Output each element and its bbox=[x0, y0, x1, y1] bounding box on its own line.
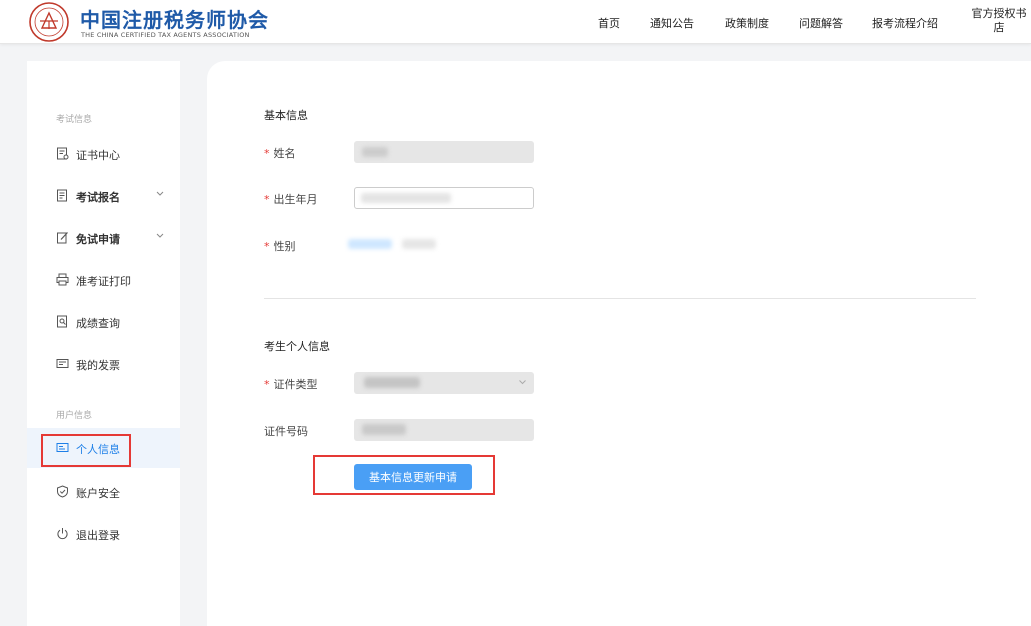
name-label: * 姓名 bbox=[264, 147, 296, 160]
exemption-icon bbox=[57, 232, 68, 244]
sidebar-item-label: 准考证打印 bbox=[76, 275, 131, 288]
name-field[interactable] bbox=[354, 141, 534, 163]
sidebar-item-account-security[interactable]: 账户安全 bbox=[27, 472, 180, 512]
id-card-icon bbox=[56, 443, 69, 452]
sidebar-item-certificates[interactable]: 证书中心 bbox=[27, 134, 180, 174]
required-mark: * bbox=[264, 240, 270, 253]
sidebar-item-label: 证书中心 bbox=[76, 149, 120, 162]
required-mark: * bbox=[264, 378, 270, 391]
nav-official-bookstore[interactable]: 官方授权书店 bbox=[971, 7, 1027, 35]
birth-date-label: * 出生年月 bbox=[264, 193, 318, 206]
redacted-value bbox=[361, 193, 451, 203]
registration-icon bbox=[57, 189, 67, 202]
chevron-down-icon bbox=[519, 380, 526, 385]
section-divider bbox=[264, 298, 976, 299]
id-number-label: 证件号码 bbox=[264, 425, 308, 438]
gender-value-redacted bbox=[402, 239, 436, 249]
site-title[interactable]: 中国注册税务师协会 bbox=[80, 4, 269, 33]
nav-notices[interactable]: 通知公告 bbox=[650, 15, 694, 31]
sidebar-item-exemption-application[interactable]: 免试申请 bbox=[27, 218, 180, 258]
nav-home[interactable]: 首页 bbox=[598, 15, 620, 31]
power-icon bbox=[57, 528, 68, 540]
chevron-down-icon bbox=[156, 233, 164, 238]
redacted-value bbox=[362, 424, 406, 435]
basic-info-title: 基本信息 bbox=[264, 109, 308, 122]
nav-faq[interactable]: 问题解答 bbox=[799, 15, 843, 31]
sidebar-item-my-invoices[interactable]: 我的发票 bbox=[27, 344, 180, 384]
sidebar-group-user-info: 用户信息 bbox=[56, 411, 93, 421]
sidebar-item-label: 成绩查询 bbox=[76, 317, 120, 330]
gender-label: * 性别 bbox=[264, 240, 296, 253]
birth-date-field[interactable] bbox=[354, 187, 534, 209]
sidebar-item-admission-ticket-print[interactable]: 准考证打印 bbox=[27, 260, 180, 300]
sidebar-item-logout[interactable]: 退出登录 bbox=[27, 514, 180, 554]
printer-icon bbox=[56, 273, 69, 286]
score-icon bbox=[57, 315, 67, 328]
site-subtitle: THE CHINA CERTIFIED TAX AGENTS ASSOCIATI… bbox=[81, 31, 250, 39]
required-mark: * bbox=[264, 147, 270, 160]
sidebar-item-label: 账户安全 bbox=[76, 487, 120, 500]
redacted-value bbox=[364, 377, 420, 388]
nav-exam-process[interactable]: 报考流程介绍 bbox=[872, 15, 938, 31]
chevron-down-icon bbox=[156, 191, 164, 196]
update-basic-info-button[interactable]: 基本信息更新申请 bbox=[354, 464, 472, 490]
sidebar-group-exam-info: 考试信息 bbox=[56, 115, 93, 125]
nav-policies[interactable]: 政策制度 bbox=[725, 15, 769, 31]
shield-icon bbox=[57, 485, 68, 498]
sidebar-item-label: 我的发票 bbox=[76, 359, 120, 372]
id-type-select[interactable] bbox=[354, 372, 534, 394]
sidebar-item-label: 退出登录 bbox=[76, 529, 120, 542]
redacted-value bbox=[362, 147, 388, 157]
sidebar: 考试信息 证书中心 考试报名 免试申请 准考证打印 成绩查询 我的发票 用户信息… bbox=[27, 61, 180, 626]
gender-value-redacted bbox=[348, 239, 392, 249]
sidebar-item-label: 免试申请 bbox=[76, 233, 120, 246]
sidebar-item-exam-registration[interactable]: 考试报名 bbox=[27, 176, 180, 216]
required-mark: * bbox=[264, 193, 270, 206]
sidebar-item-personal-info[interactable]: 个人信息 bbox=[27, 428, 180, 468]
id-type-label: * 证件类型 bbox=[264, 378, 318, 391]
sidebar-item-label: 个人信息 bbox=[76, 443, 120, 456]
id-number-field[interactable] bbox=[354, 419, 534, 441]
sidebar-item-score-query[interactable]: 成绩查询 bbox=[27, 302, 180, 342]
invoice-icon bbox=[56, 359, 69, 368]
sidebar-item-label: 考试报名 bbox=[76, 191, 120, 204]
certificate-icon bbox=[57, 147, 69, 160]
personal-info-panel: 基本信息 * 姓名 * 出生年月 * 性别 考生个人信息 * 证件类型 证件号码 基本信… bbox=[207, 61, 1031, 626]
candidate-info-title: 考生个人信息 bbox=[264, 340, 330, 353]
association-seal-logo[interactable] bbox=[28, 1, 70, 43]
top-header: 中国注册税务师协会 THE CHINA CERTIFIED TAX AGENTS… bbox=[0, 0, 1031, 44]
